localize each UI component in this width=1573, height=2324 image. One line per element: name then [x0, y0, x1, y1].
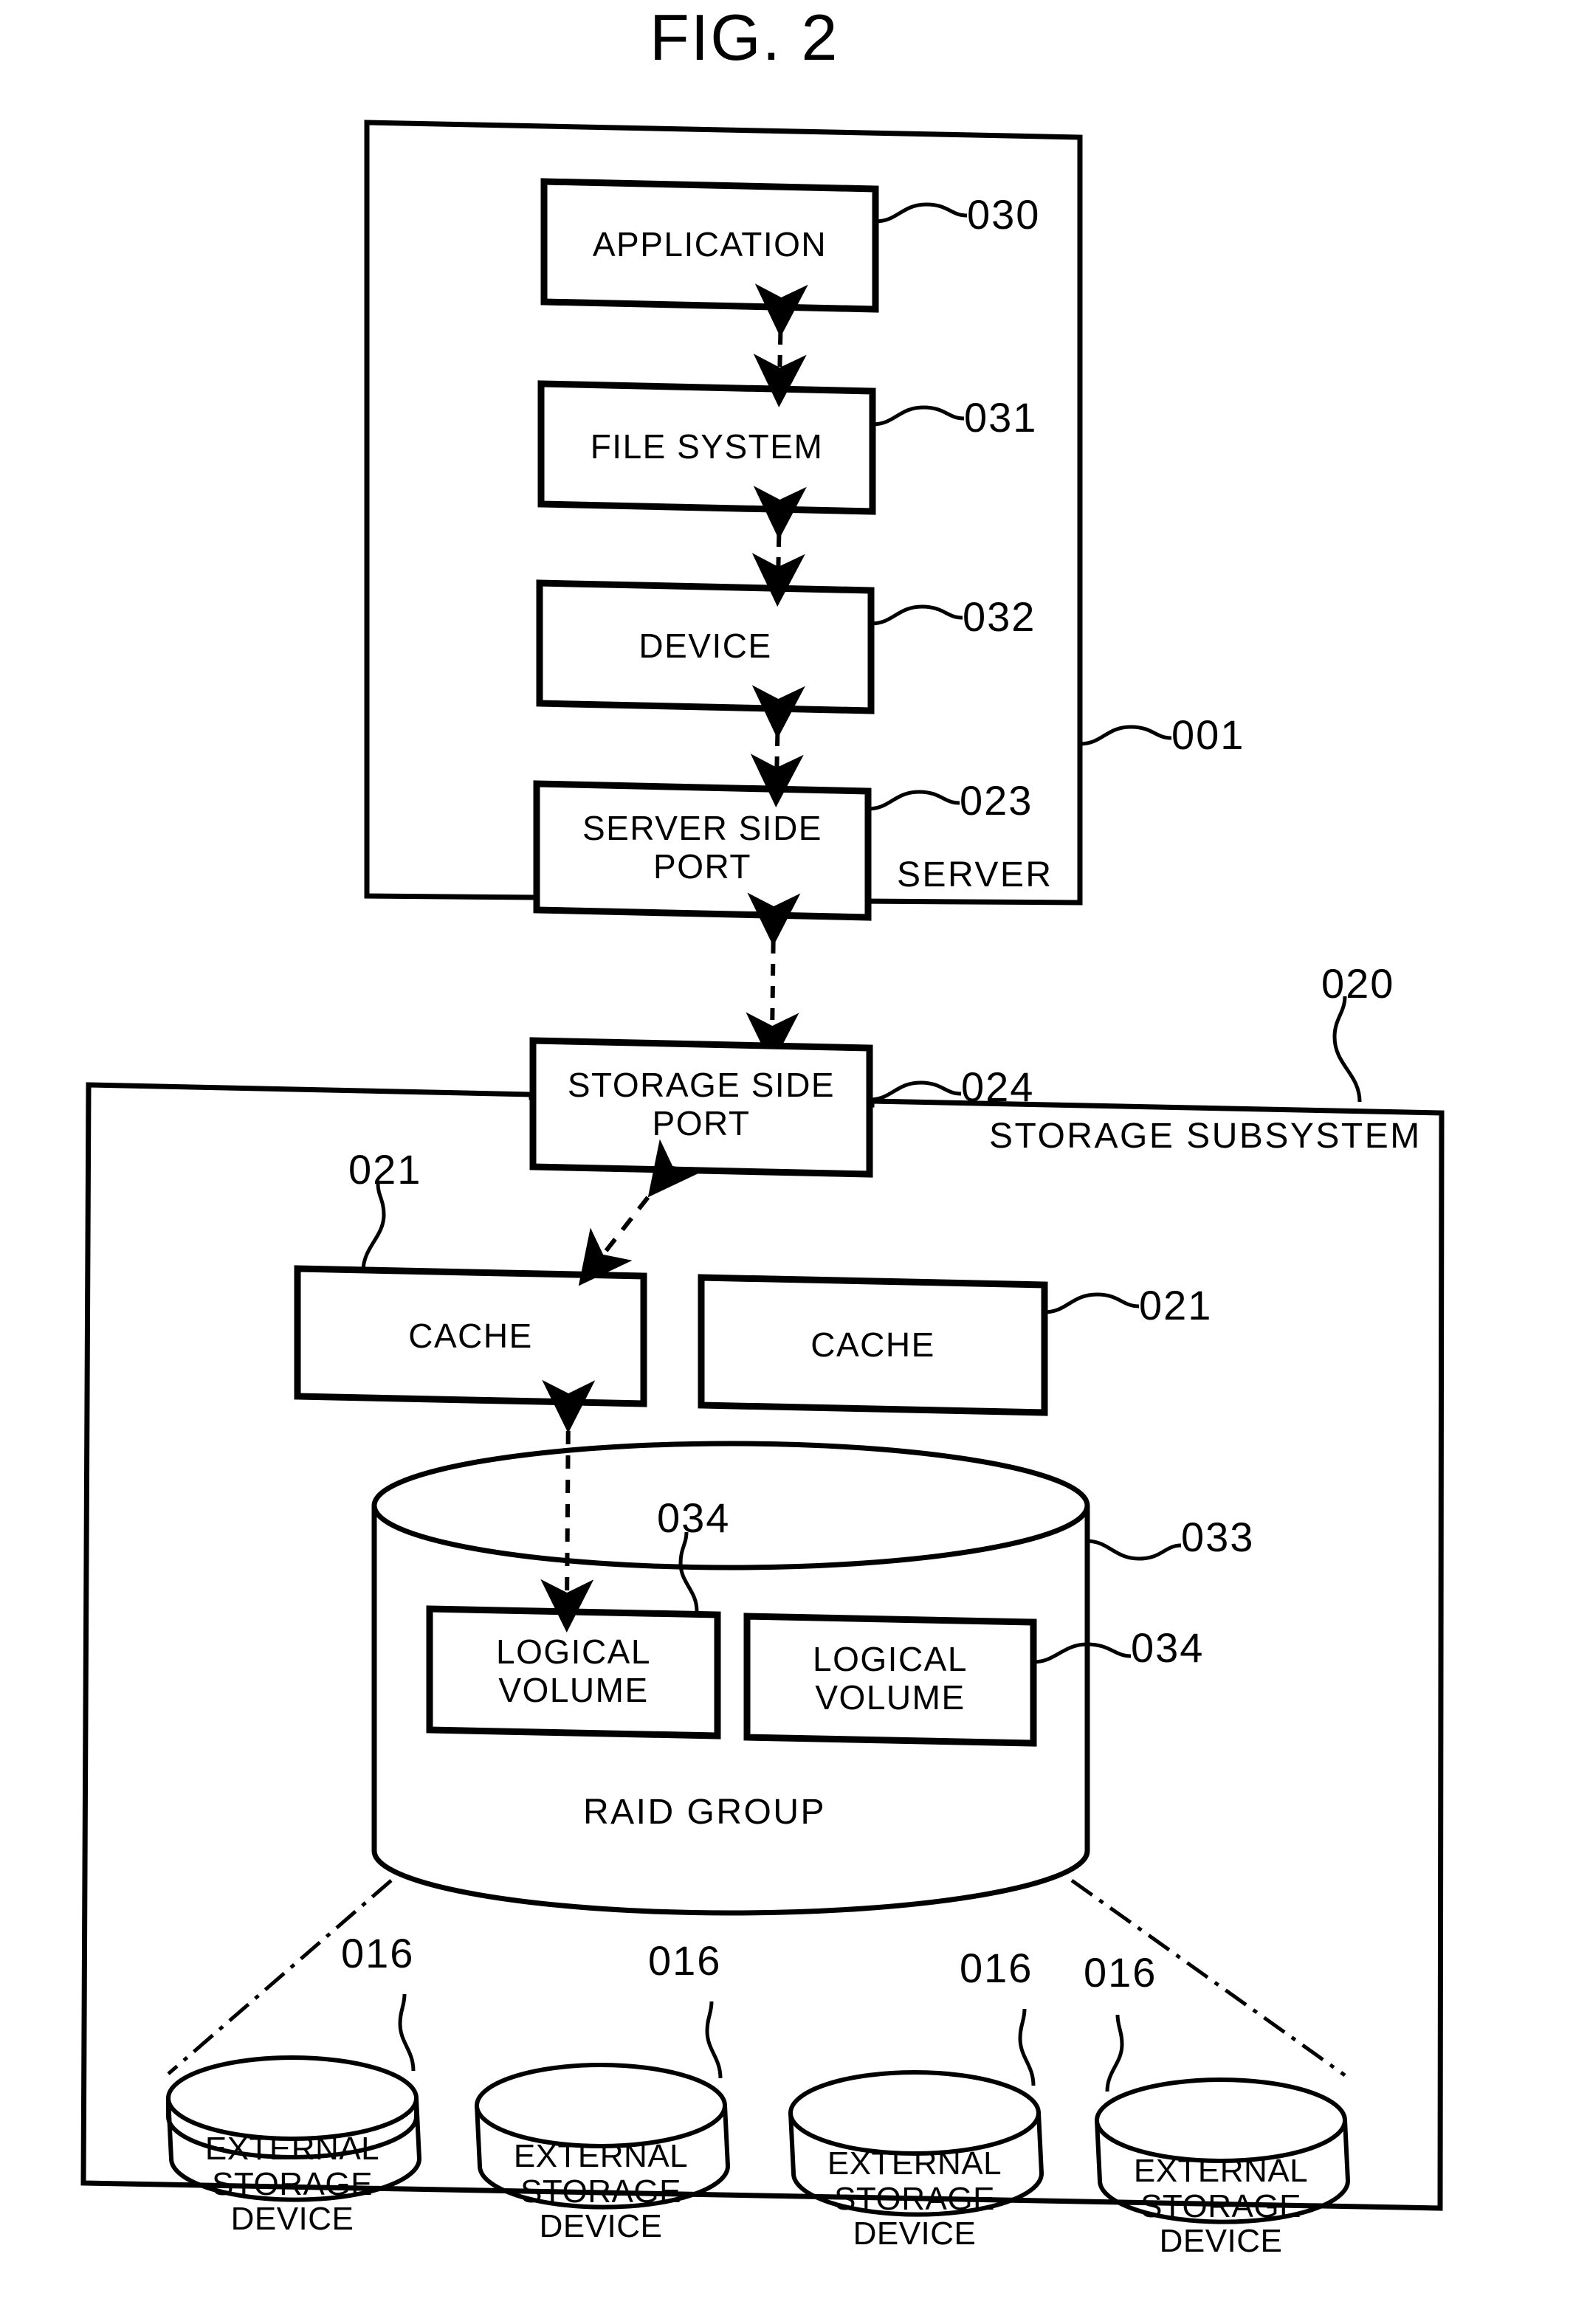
leader-016-3	[1018, 2008, 1036, 2086]
diagram-vector-layer	[80, 120, 1445, 2224]
arrow-filesystem-device	[751, 486, 807, 607]
external-device-3-label: EXTERNAL STORAGE DEVICE	[827, 2145, 1002, 2252]
leader-033	[1086, 1539, 1182, 1561]
page-title: FIG. 2	[650, 1, 839, 74]
external-device-1-top	[166, 2055, 419, 2141]
leader-032	[870, 604, 963, 626]
raid-group-cylinder-top	[371, 1441, 1090, 1570]
arrow-serverport-storageport	[746, 892, 801, 1066]
cache-box-1-label: CACHE	[408, 1317, 533, 1355]
figure-canvas: FIG. 2 APPLICATION FILE SYSTEM DEVICE SE…	[0, 0, 1573, 2324]
leader-021-left	[361, 1183, 386, 1272]
server-side-port-box-label: SERVER SIDE PORT	[582, 809, 822, 886]
application-box-label: APPLICATION	[592, 225, 827, 263]
ref-020: 020	[1321, 960, 1395, 1007]
leader-016-2	[705, 2001, 723, 2079]
cache-box-2-label: CACHE	[810, 1325, 935, 1364]
leader-024	[869, 1080, 962, 1102]
leader-021-right	[1044, 1292, 1140, 1314]
ref-033: 033	[1181, 1514, 1255, 1560]
leader-016-4	[1105, 2014, 1124, 2092]
external-device-3-top	[788, 2070, 1041, 2156]
server-container-label: SERVER	[897, 855, 1053, 894]
external-device-4-label: EXTERNAL STORAGE DEVICE	[1133, 2153, 1309, 2260]
leader-016-1	[398, 1993, 416, 2072]
leader-023	[867, 790, 960, 811]
ref-016-4: 016	[1084, 1949, 1157, 1996]
storage-subsystem-container-label: STORAGE SUBSYSTEM	[989, 1117, 1422, 1156]
logical-volume-box-2-label: LOGICAL VOLUME	[813, 1640, 968, 1717]
leader-031	[872, 405, 965, 427]
ref-016-3: 016	[960, 1945, 1033, 1991]
raid-group-label: RAID GROUP	[583, 1793, 827, 1832]
ref-030: 030	[967, 191, 1041, 238]
ref-024: 024	[961, 1063, 1035, 1110]
arrow-storageport-cache	[578, 1139, 702, 1286]
ref-021-left: 021	[348, 1146, 422, 1193]
external-device-1-label: EXTERNAL STORAGE DEVICE	[204, 2131, 380, 2238]
ref-001: 001	[1171, 711, 1245, 758]
dashdot-raid-to-disk-left	[167, 1879, 393, 2075]
ref-031: 031	[964, 394, 1038, 441]
leader-001	[1079, 725, 1172, 746]
ref-023: 023	[960, 777, 1033, 824]
leader-020	[1332, 996, 1362, 1103]
ref-016-1: 016	[341, 1930, 415, 1976]
logical-volume-box-1-label: LOGICAL VOLUME	[496, 1632, 651, 1709]
ref-034-left: 034	[657, 1494, 731, 1541]
arrow-application-filesystem	[753, 283, 808, 407]
leader-030	[875, 202, 968, 224]
external-device-4-top	[1095, 2078, 1347, 2163]
ref-032: 032	[963, 593, 1036, 640]
device-box-label: DEVICE	[639, 627, 772, 665]
file-system-box-label: FILE SYSTEM	[590, 427, 824, 466]
external-device-2-top	[475, 2063, 727, 2148]
storage-side-port-box-label: STORAGE SIDE PORT	[567, 1066, 836, 1142]
arrow-device-serverport	[750, 685, 805, 807]
ref-016-2: 016	[648, 1937, 722, 1984]
external-device-2-label: EXTERNAL STORAGE DEVICE	[513, 2138, 689, 2245]
ref-021-right: 021	[1139, 1282, 1213, 1328]
ref-034-right: 034	[1131, 1624, 1205, 1671]
